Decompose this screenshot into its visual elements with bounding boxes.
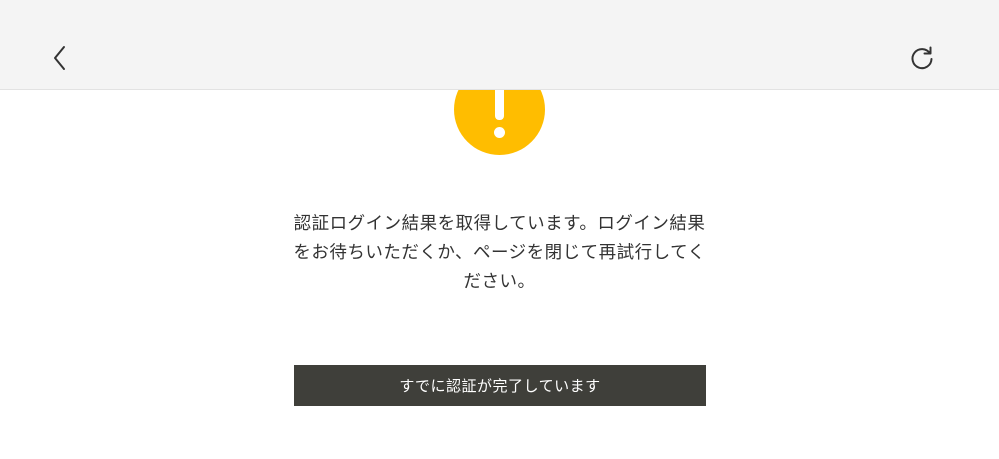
status-message-line: ださい。: [463, 272, 536, 292]
back-button[interactable]: [45, 43, 75, 73]
already-authenticated-button[interactable]: すでに認証が完了しています: [294, 365, 706, 406]
top-bar: [0, 0, 999, 90]
reload-icon: [911, 46, 933, 70]
reload-button[interactable]: [907, 43, 937, 73]
status-message: 認証ログイン結果を取得しています。ログイン結果 をお待ちいただくか、ページを閉じ…: [270, 210, 729, 297]
status-message-line: 認証ログイン結果を取得しています。ログイン結果: [293, 214, 706, 234]
status-message-line: をお待ちいただくか、ページを閉じて再試行してく: [293, 243, 706, 263]
auth-result-page: 認証ログイン結果を取得しています。ログイン結果 をお待ちいただくか、ページを閉じ…: [0, 0, 999, 459]
chevron-left-icon: [54, 46, 65, 70]
